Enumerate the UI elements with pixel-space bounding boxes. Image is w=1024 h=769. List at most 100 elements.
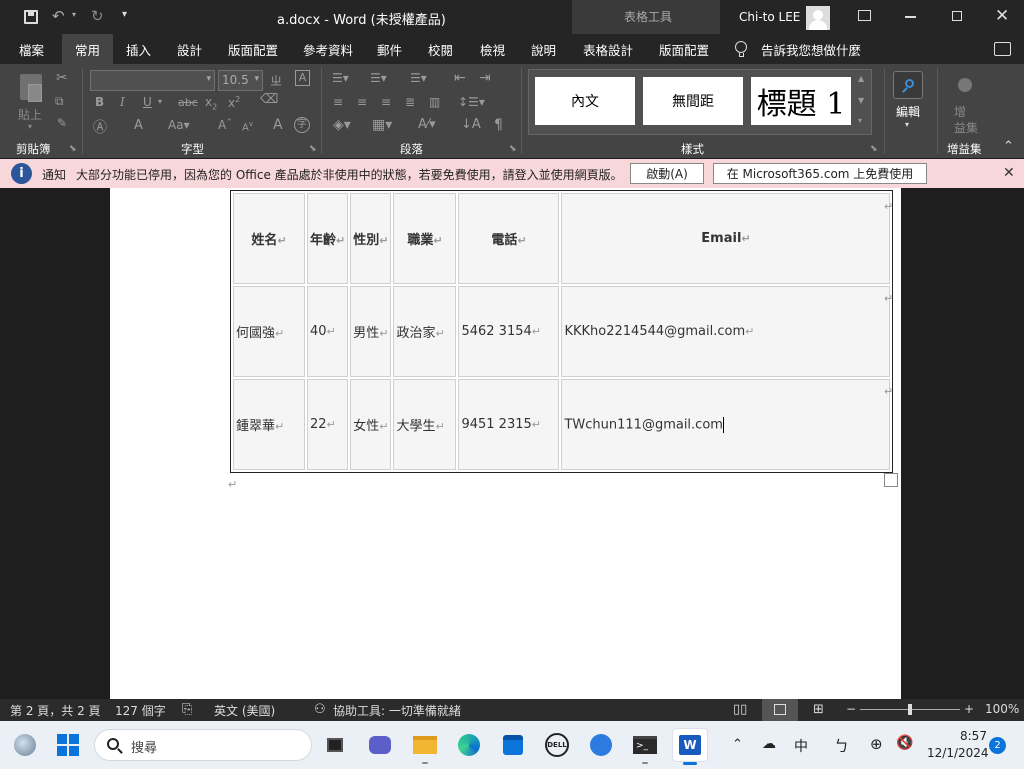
- accessibility-status[interactable]: 協助工具: 一切準備就緒: [333, 702, 461, 719]
- word-count[interactable]: 127 個字: [115, 702, 166, 719]
- table-cell[interactable]: 5462 3154↵: [458, 286, 560, 377]
- dell-icon[interactable]: DELL: [542, 731, 572, 759]
- style-no-spacing[interactable]: 無間距: [643, 77, 743, 125]
- store-icon[interactable]: [498, 731, 528, 759]
- table-cell[interactable]: 女性↵: [350, 379, 392, 470]
- zoom-slider[interactable]: [860, 704, 960, 715]
- decrease-indent-icon[interactable]: ⇤: [454, 70, 466, 86]
- word-icon[interactable]: W: [672, 728, 708, 762]
- tab-mailings[interactable]: 郵件: [377, 40, 402, 59]
- header-cell[interactable]: 年齡↵: [307, 193, 349, 284]
- tab-file[interactable]: 檔案: [19, 40, 44, 59]
- editing-button[interactable]: 編輯 ▾: [891, 69, 925, 135]
- clear-format-icon[interactable]: ⌫: [260, 92, 278, 107]
- zoom-in-icon[interactable]: +: [964, 702, 974, 716]
- borders-icon[interactable]: ▦▾: [372, 117, 392, 133]
- subscript-icon[interactable]: x2: [205, 95, 217, 111]
- style-heading1[interactable]: 標題 1: [751, 77, 851, 125]
- distributed-icon[interactable]: ▥: [429, 95, 440, 109]
- network-vpn-icon[interactable]: ☁: [762, 736, 776, 752]
- style-normal[interactable]: 內文: [535, 77, 635, 125]
- addins-button[interactable]: 增 益集: [946, 74, 986, 136]
- align-center-icon[interactable]: ≡: [357, 95, 367, 109]
- table-cell[interactable]: 鍾翠華↵: [233, 379, 305, 470]
- table-cell[interactable]: 政治家↵: [393, 286, 457, 377]
- edge-icon[interactable]: [454, 731, 484, 759]
- font-color-icon[interactable]: Aa▾: [168, 118, 190, 132]
- bullets-icon[interactable]: ☰▾: [332, 71, 349, 85]
- table-cell[interactable]: 男性↵: [350, 286, 392, 377]
- table-cell[interactable]: TWchun111@gmail.com: [561, 379, 891, 470]
- text-effects-icon[interactable]: Ⓐ: [93, 117, 107, 137]
- start-icon[interactable]: [53, 731, 83, 759]
- undo-icon[interactable]: ↶: [52, 7, 65, 25]
- grow-font-icon[interactable]: A^: [218, 118, 232, 132]
- font-launcher-icon[interactable]: ⬊: [309, 144, 317, 154]
- language-status[interactable]: 英文 (美國): [214, 702, 275, 719]
- tab-insert[interactable]: 插入: [126, 40, 151, 59]
- underline-dropdown-icon[interactable]: ▾: [158, 97, 162, 106]
- teams-icon[interactable]: [365, 731, 395, 759]
- tab-review[interactable]: 校閱: [428, 40, 453, 59]
- header-cell[interactable]: 性別↵: [350, 193, 392, 284]
- zoom-slider-thumb[interactable]: [908, 704, 912, 715]
- numbering-icon[interactable]: ☰▾: [370, 71, 387, 85]
- volume-muted-icon[interactable]: 🔇: [896, 735, 913, 751]
- chinese-layout-icon[interactable]: A⁄▾: [418, 117, 436, 132]
- clipboard-launcher-icon[interactable]: ⬊: [69, 144, 77, 154]
- shrink-font-icon[interactable]: Av: [242, 120, 253, 133]
- data-table[interactable]: 姓名↵ 年齡↵ 性別↵ 職業↵ 電話↵ Email↵ 何國強↵ 40↵ 男性↵ …: [230, 190, 894, 473]
- tab-layout[interactable]: 版面配置: [228, 40, 278, 59]
- tab-home[interactable]: 常用: [62, 34, 114, 64]
- tab-help[interactable]: 說明: [531, 40, 556, 59]
- activate-button[interactable]: 啟動(A): [630, 163, 704, 184]
- styles-launcher-icon[interactable]: ⬊: [870, 144, 878, 154]
- task-view-icon[interactable]: [320, 731, 350, 759]
- minimize-icon[interactable]: [905, 16, 916, 18]
- table-cell[interactable]: 9451 2315↵: [458, 379, 560, 470]
- tab-table-design[interactable]: 表格設計: [583, 40, 633, 59]
- ribbon-display-options-icon[interactable]: [858, 10, 871, 21]
- taskbar-search-box[interactable]: 搜尋: [94, 729, 312, 761]
- header-cell[interactable]: 職業↵: [393, 193, 457, 284]
- justify-icon[interactable]: ≣: [405, 95, 415, 109]
- collapse-ribbon-icon[interactable]: ⌃: [1003, 139, 1014, 154]
- tab-table-layout[interactable]: 版面配置: [659, 40, 709, 59]
- table-cell[interactable]: KKKho2214544@gmail.com↵: [561, 286, 891, 377]
- styles-scroll-up-icon[interactable]: ▲: [858, 74, 864, 83]
- table-cell[interactable]: 大學生↵: [393, 379, 457, 470]
- character-border-icon[interactable]: A: [295, 70, 310, 86]
- shading-icon[interactable]: ◈▾: [333, 117, 351, 133]
- align-right-icon[interactable]: ≡: [381, 95, 391, 109]
- zoom-level[interactable]: 100%: [985, 702, 1019, 716]
- clock-time[interactable]: 8:57: [960, 729, 987, 743]
- zoom-out-icon[interactable]: −: [846, 702, 856, 716]
- sort-icon[interactable]: ↓A: [461, 117, 481, 132]
- paste-button[interactable]: 貼上 ▾: [14, 72, 52, 132]
- bird-app-icon[interactable]: [586, 731, 616, 759]
- widgets-icon[interactable]: [10, 731, 40, 759]
- save-icon[interactable]: [24, 10, 38, 24]
- redo-icon[interactable]: ↻: [91, 7, 104, 25]
- styles-more-icon[interactable]: ▾: [858, 116, 862, 125]
- globe-icon[interactable]: ⊕: [870, 735, 883, 753]
- tell-me-search[interactable]: 告訴我您想做什麼: [761, 40, 861, 59]
- notification-badge[interactable]: 2: [989, 737, 1006, 754]
- clock-date[interactable]: 12/1/2024: [927, 746, 989, 760]
- font-name-box[interactable]: ▾: [90, 70, 215, 91]
- file-explorer-icon[interactable]: [410, 731, 440, 759]
- read-mode-icon[interactable]: ▯▯: [733, 702, 747, 717]
- table-cell[interactable]: 40↵: [307, 286, 349, 377]
- paragraph-launcher-icon[interactable]: ⬊: [509, 144, 517, 154]
- table-cell[interactable]: 何國強↵: [233, 286, 305, 377]
- terminal-icon[interactable]: >_: [630, 731, 660, 759]
- italic-icon[interactable]: I: [120, 95, 125, 109]
- comments-icon[interactable]: [994, 42, 1011, 56]
- strikethrough-icon[interactable]: abc: [178, 96, 198, 109]
- bold-icon[interactable]: B: [95, 95, 104, 109]
- use-free-web-button[interactable]: 在 Microsoft365.com 上免費使用: [713, 163, 927, 184]
- tab-references[interactable]: 參考資料: [303, 40, 353, 59]
- show-marks-icon[interactable]: ¶: [494, 117, 503, 133]
- show-hidden-icons[interactable]: ⌃: [732, 737, 743, 752]
- avatar[interactable]: [806, 6, 830, 30]
